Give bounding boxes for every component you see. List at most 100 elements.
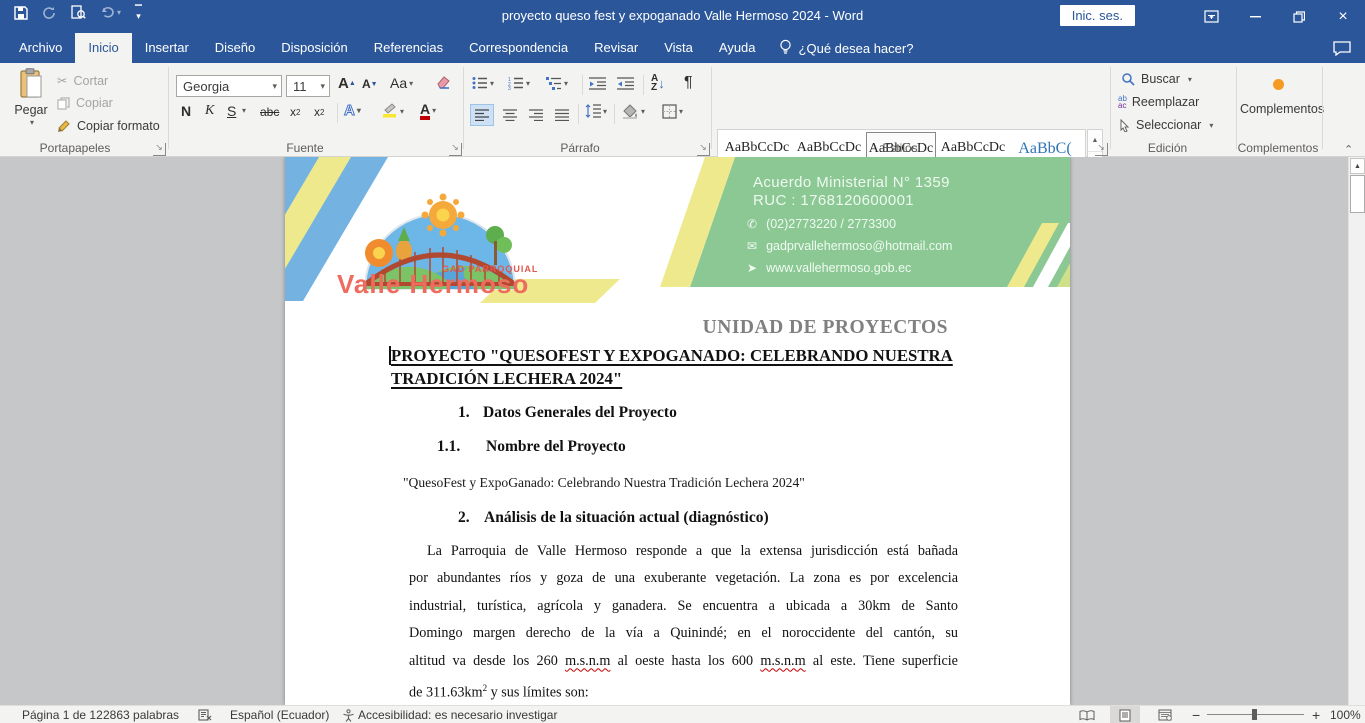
spellcheck-word: m.s.n.m bbox=[565, 653, 610, 669]
search-icon bbox=[1122, 73, 1135, 86]
styles-dialog-launcher[interactable]: ↘ bbox=[1095, 143, 1108, 156]
align-right-button[interactable] bbox=[524, 104, 548, 126]
eraser-icon bbox=[432, 74, 450, 90]
web-layout-button[interactable] bbox=[1150, 706, 1180, 723]
paragraph-dialog-launcher[interactable]: ↘ bbox=[697, 143, 710, 156]
change-case-button[interactable]: Aa▾ bbox=[390, 75, 413, 91]
find-button[interactable]: Buscar▾ bbox=[1122, 72, 1192, 86]
align-left-button[interactable] bbox=[470, 104, 494, 126]
font-dialog-launcher[interactable]: ↘ bbox=[449, 143, 462, 156]
font-name-combo[interactable]: Georgia▾ bbox=[176, 75, 282, 97]
decrease-indent-button[interactable] bbox=[589, 76, 606, 90]
accessibility-status[interactable]: Accesibilidad: es necesario investigar bbox=[358, 708, 557, 722]
clear-formatting-button[interactable] bbox=[432, 74, 450, 90]
format-painter-button[interactable]: Copiar formato bbox=[57, 119, 160, 133]
tab-diseno[interactable]: Diseño bbox=[202, 33, 268, 63]
zoom-level[interactable]: 100% bbox=[1330, 708, 1361, 722]
ribbon: Pegar ▾ ✂Cortar Copiar Copiar formato Po… bbox=[0, 63, 1365, 157]
page-indicator[interactable]: Página 1 de 12 bbox=[22, 708, 103, 722]
paste-button[interactable]: Pegar ▾ bbox=[10, 68, 52, 127]
scroll-up-button[interactable]: ▲ bbox=[1350, 158, 1365, 174]
ribbon-display-options-icon[interactable] bbox=[1189, 0, 1233, 33]
title-bar: ▾ ▔▾ proyecto queso fest y expoganado Va… bbox=[0, 0, 1365, 33]
underline-dropdown[interactable]: ▾ bbox=[240, 106, 246, 115]
sort-button[interactable]: AZ↓ bbox=[651, 74, 665, 92]
heading1-text: Datos Generales del Proyecto bbox=[483, 404, 677, 422]
select-button[interactable]: Seleccionar▾ bbox=[1120, 118, 1213, 132]
multilevel-list-button[interactable]: ▾ bbox=[546, 76, 568, 90]
tab-revisar[interactable]: Revisar bbox=[581, 33, 651, 63]
banner-ruc: RUC : 1768120600001 bbox=[753, 192, 914, 209]
para-line: de 311.63km2 y sus límites son: bbox=[409, 675, 958, 705]
shrink-font-button[interactable]: A▼ bbox=[362, 77, 378, 91]
zoom-in-button[interactable]: + bbox=[1312, 707, 1320, 723]
tell-me-box[interactable]: ¿Qué desea hacer? bbox=[769, 33, 924, 63]
tab-disposicion[interactable]: Disposición bbox=[268, 33, 360, 63]
superscript-button[interactable]: x2 bbox=[314, 105, 324, 119]
scrollbar-thumb[interactable] bbox=[1350, 175, 1365, 213]
copy-button[interactable]: Copiar bbox=[57, 96, 113, 110]
spellcheck-word: m.s.n.m bbox=[760, 653, 805, 669]
accessibility-icon[interactable] bbox=[342, 709, 355, 723]
minimize-button[interactable] bbox=[1233, 0, 1277, 33]
small-separator bbox=[337, 103, 338, 123]
cut-button[interactable]: ✂Cortar bbox=[57, 73, 108, 88]
tab-referencias[interactable]: Referencias bbox=[361, 33, 456, 63]
banner-phone-row: ✆(02)2773220 / 2773300 bbox=[747, 217, 896, 231]
bold-button[interactable]: N bbox=[181, 103, 191, 119]
ribbon-tabs: Archivo Inicio Insertar Diseño Disposici… bbox=[0, 33, 1365, 63]
print-layout-button[interactable] bbox=[1110, 706, 1140, 723]
zoom-out-button[interactable]: − bbox=[1192, 707, 1200, 723]
read-mode-button[interactable] bbox=[1072, 706, 1102, 723]
align-center-button[interactable] bbox=[498, 104, 522, 126]
highlight-button[interactable]: ▾ bbox=[382, 102, 404, 121]
word-count[interactable]: 2863 palabras bbox=[103, 708, 179, 722]
tab-correspondencia[interactable]: Correspondencia bbox=[456, 33, 581, 63]
tab-archivo[interactable]: Archivo bbox=[6, 33, 75, 63]
group-label-editing: Edición bbox=[1125, 141, 1210, 155]
subscript-button[interactable]: x2 bbox=[290, 105, 300, 119]
sign-in-button[interactable]: Inic. ses. bbox=[1060, 5, 1135, 26]
comments-icon[interactable] bbox=[1333, 33, 1365, 63]
font-size-combo[interactable]: 11▾ bbox=[286, 75, 330, 97]
restore-button[interactable] bbox=[1277, 0, 1321, 33]
tab-ayuda[interactable]: Ayuda bbox=[706, 33, 769, 63]
tab-vista[interactable]: Vista bbox=[651, 33, 706, 63]
language-indicator[interactable]: Español (Ecuador) bbox=[230, 708, 329, 722]
zoom-slider-thumb[interactable] bbox=[1252, 709, 1257, 720]
unit-title: UNIDAD DE PROYECTOS bbox=[703, 317, 948, 339]
vertical-scrollbar[interactable]: ▲ bbox=[1348, 157, 1365, 705]
grow-font-button[interactable]: A▲ bbox=[338, 75, 356, 92]
increase-indent-button[interactable] bbox=[617, 76, 634, 90]
replace-button[interactable]: abac Reemplazar bbox=[1118, 95, 1199, 109]
collapse-ribbon-button[interactable]: ⌃ bbox=[1344, 143, 1353, 156]
show-marks-button[interactable]: ¶ bbox=[684, 74, 693, 92]
clipboard-icon bbox=[18, 68, 44, 100]
bullets-button[interactable]: ▾ bbox=[472, 76, 494, 90]
tab-inicio[interactable]: Inicio bbox=[75, 33, 131, 63]
para-line: altitud va desde los 260 m.s.n.m al oest… bbox=[409, 648, 958, 675]
para-line: industrial, turística, agrícola y ganade… bbox=[409, 593, 958, 620]
addins-button[interactable]: Complementos bbox=[1240, 75, 1316, 116]
tab-insertar[interactable]: Insertar bbox=[132, 33, 202, 63]
underline-button[interactable]: S bbox=[227, 103, 236, 119]
shading-button[interactable]: ▾ bbox=[622, 104, 645, 119]
document-page[interactable]: GAD PARROQUIAL Valle Hermoso Acuerdo Min… bbox=[285, 157, 1070, 705]
addin-dot-icon bbox=[1273, 79, 1284, 90]
clipboard-dialog-launcher[interactable]: ↘ bbox=[153, 143, 166, 156]
group-label-addins: Complementos bbox=[1233, 141, 1323, 155]
para-line: Domingo margen derecho de la vía a Quini… bbox=[409, 620, 958, 647]
line-spacing-button[interactable]: ▾ bbox=[585, 104, 607, 118]
proofing-icon[interactable] bbox=[198, 709, 212, 723]
numbering-button[interactable]: 123▾ bbox=[508, 76, 530, 90]
strikethrough-button[interactable]: abc bbox=[260, 105, 279, 119]
font-color-button[interactable]: A▾ bbox=[420, 101, 436, 120]
status-bar: Página 1 de 12 2863 palabras Español (Ec… bbox=[0, 705, 1365, 723]
italic-button[interactable]: K bbox=[205, 103, 214, 119]
text-effects-button[interactable]: A▾ bbox=[344, 102, 361, 119]
scissors-icon: ✂ bbox=[57, 73, 67, 88]
close-button[interactable]: × bbox=[1321, 0, 1365, 33]
justify-button[interactable] bbox=[550, 104, 574, 126]
banner-email-row: ✉gadprvallehermoso@hotmail.com bbox=[747, 239, 952, 253]
borders-button[interactable]: ▾ bbox=[662, 104, 683, 119]
